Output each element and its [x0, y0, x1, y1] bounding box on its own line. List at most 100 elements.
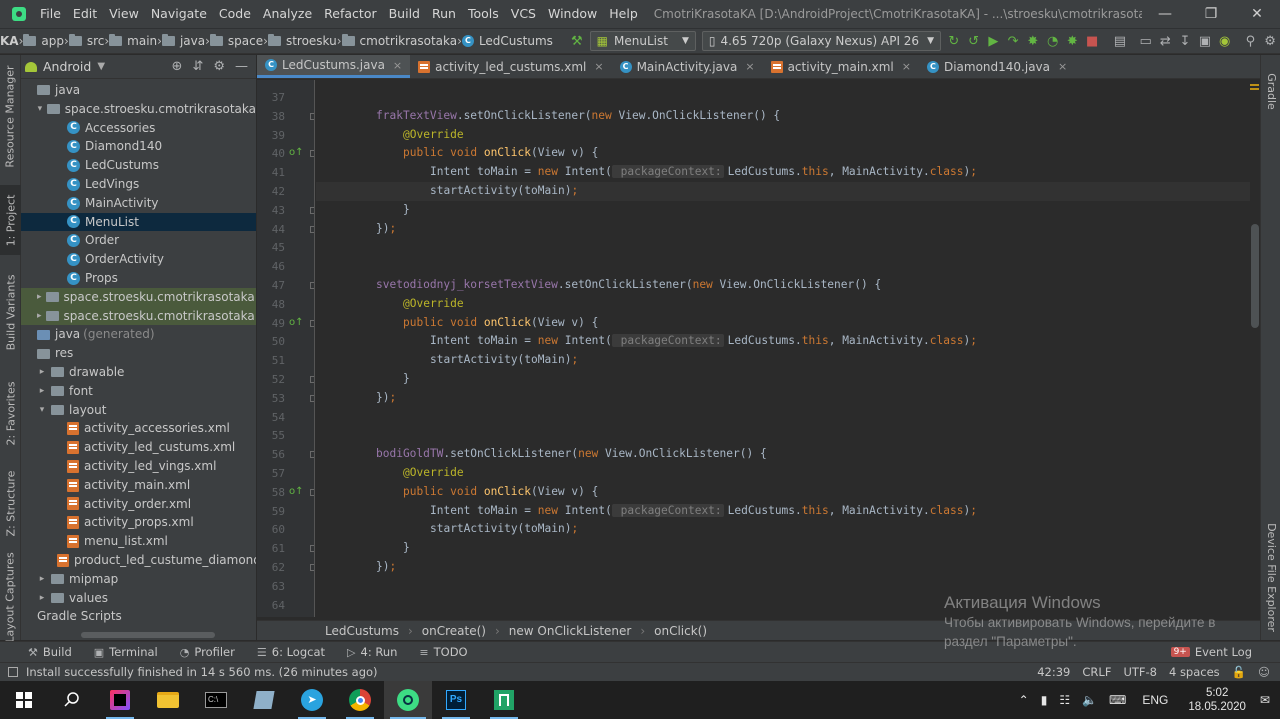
chevron-right-icon[interactable]: ▸: [37, 570, 47, 589]
menu-refactor[interactable]: Refactor: [318, 0, 382, 28]
code-line[interactable]: [316, 408, 1250, 427]
tree-item[interactable]: C LedCustums: [21, 156, 256, 175]
fold-marker-icon[interactable]: [310, 225, 314, 233]
close-tab-icon[interactable]: ×: [1058, 60, 1067, 73]
fold-marker-icon[interactable]: [310, 564, 314, 571]
tree-item[interactable]: java: [21, 81, 256, 100]
taskbar-cmd[interactable]: C:\: [192, 681, 240, 719]
attach-debugger-icon[interactable]: ✸: [1063, 30, 1083, 52]
tool-window-build[interactable]: ⚒ Build: [28, 645, 72, 659]
tool-windows-toggle-icon[interactable]: [8, 667, 18, 677]
gear-icon[interactable]: ⚙: [213, 59, 225, 74]
chevron-down-icon[interactable]: ▼: [97, 61, 105, 72]
tree-item[interactable]: C Diamond140: [21, 137, 256, 156]
chevron-down-icon[interactable]: ▾: [37, 100, 43, 119]
close-tab-icon[interactable]: ×: [745, 60, 754, 73]
taskbar-intellij[interactable]: [96, 681, 144, 719]
code-line[interactable]: svetodiodnyj_korsetTextView.setOnClickLi…: [316, 276, 1250, 295]
taskbar-telegram[interactable]: ➤: [288, 681, 336, 719]
tab-favorites[interactable]: 2: Favorites: [0, 373, 21, 453]
code-line[interactable]: }: [316, 201, 1250, 220]
warning-marker[interactable]: [1250, 88, 1259, 90]
chevron-right-icon[interactable]: ▸: [37, 288, 42, 307]
fold-marker-icon[interactable]: [310, 150, 314, 158]
menu-run[interactable]: Run: [426, 0, 462, 28]
scrollbar-thumb[interactable]: [1251, 224, 1259, 328]
fold-marker-icon[interactable]: [310, 376, 314, 383]
fold-marker-icon[interactable]: [310, 545, 314, 553]
apply-changes-icon[interactable]: ↻: [944, 30, 964, 52]
tree-item[interactable]: C Order: [21, 231, 256, 250]
code-breadcrumb-item[interactable]: onClick(): [654, 624, 707, 638]
override-marker-icon[interactable]: o↑: [289, 147, 304, 158]
input-language[interactable]: ENG: [1142, 693, 1168, 707]
code-line[interactable]: @Override: [316, 126, 1250, 145]
make-project-hammer-icon[interactable]: ⚒: [567, 30, 587, 52]
settings-icon[interactable]: ⚙: [1260, 30, 1280, 52]
code-line[interactable]: [316, 596, 1250, 615]
network-icon[interactable]: ☷: [1059, 693, 1070, 707]
tree-item[interactable]: res: [21, 344, 256, 363]
start-button[interactable]: [0, 681, 48, 719]
code-breadcrumb-item[interactable]: LedCustums: [325, 624, 399, 638]
tool-window-run[interactable]: ▷ 4: Run: [347, 645, 397, 659]
tree-item[interactable]: ▸ drawable: [21, 363, 256, 382]
menu-edit[interactable]: Edit: [67, 0, 103, 28]
editor-tab[interactable]: C LedCustums.java ×: [257, 55, 411, 78]
search-button[interactable]: [48, 681, 96, 719]
menu-vcs[interactable]: VCS: [505, 0, 542, 28]
tree-item[interactable]: activity_order.xml: [21, 495, 256, 514]
code-line[interactable]: public void onClick(View v) {: [316, 314, 1250, 333]
code-line[interactable]: [316, 426, 1250, 445]
menu-file[interactable]: File: [34, 0, 67, 28]
close-tab-icon[interactable]: ×: [393, 59, 402, 72]
menu-build[interactable]: Build: [383, 0, 426, 28]
hector-icon[interactable]: ☺: [1258, 665, 1270, 679]
tree-item[interactable]: activity_led_custums.xml: [21, 438, 256, 457]
code-breadcrumb-item[interactable]: new OnClickListener: [509, 624, 632, 638]
profile-icon[interactable]: ◔: [1043, 30, 1063, 52]
tab-layout-captures[interactable]: Layout Captures: [0, 552, 21, 642]
taskbar-android-studio[interactable]: [384, 681, 432, 719]
tree-item[interactable]: java (generated): [21, 325, 256, 344]
code-line[interactable]: Intent toMain = new Intent( packageConte…: [316, 332, 1250, 351]
code-line[interactable]: [316, 257, 1250, 276]
android-robot-icon[interactable]: ◉: [1215, 30, 1235, 52]
line-separator[interactable]: CRLF: [1082, 665, 1111, 679]
menu-help[interactable]: Help: [603, 0, 644, 28]
menu-navigate[interactable]: Navigate: [145, 0, 213, 28]
breadcrumb-item[interactable]: C LedCustums: [461, 34, 553, 48]
rerun-icon[interactable]: ↷: [1003, 30, 1023, 52]
lock-icon[interactable]: 🔓: [1232, 665, 1246, 679]
code-line[interactable]: bodiGoldTW.setOnClickListener(new View.O…: [316, 445, 1250, 464]
breadcrumb-item[interactable]: KA: [0, 34, 19, 48]
status-message[interactable]: Install successfully finished in 14 s 56…: [8, 665, 378, 679]
code-line[interactable]: Intent toMain = new Intent( packageConte…: [316, 502, 1250, 521]
code-line[interactable]: });: [316, 558, 1250, 577]
tool-window-profiler[interactable]: ◔ Profiler: [180, 645, 235, 659]
fold-marker-icon[interactable]: [310, 282, 314, 289]
volume-icon[interactable]: 🔈: [1082, 693, 1097, 707]
tree-item[interactable]: C MenuList: [21, 212, 256, 232]
tree-item[interactable]: product_led_custume_diamond140.xm: [21, 551, 256, 570]
code-line[interactable]: public void onClick(View v) {: [316, 144, 1250, 163]
fold-marker-icon[interactable]: [310, 394, 314, 402]
code-line[interactable]: [316, 88, 1250, 107]
file-encoding[interactable]: UTF-8: [1123, 665, 1157, 679]
chevron-right-icon[interactable]: ▸: [37, 307, 42, 326]
caret-position[interactable]: 42:39: [1037, 665, 1070, 679]
stop-icon[interactable]: ■: [1082, 30, 1102, 52]
breadcrumb-item[interactable]: cmotrikrasotaka: [341, 34, 457, 48]
code-line[interactable]: });: [316, 389, 1250, 408]
chevron-up-icon[interactable]: ⌃: [1019, 693, 1029, 707]
menu-analyze[interactable]: Analyze: [257, 0, 318, 28]
notifications-icon[interactable]: ✉: [1260, 693, 1270, 707]
code-line[interactable]: [316, 577, 1250, 596]
tab-build-variants[interactable]: Build Variants: [0, 267, 21, 357]
tree-item[interactable]: ▸ font: [21, 382, 256, 401]
code-line[interactable]: public void onClick(View v) {: [316, 483, 1250, 502]
search-icon[interactable]: ⚲: [1241, 30, 1261, 52]
close-tab-icon[interactable]: ×: [594, 60, 603, 73]
menu-tools[interactable]: Tools: [462, 0, 505, 28]
breadcrumb-item[interactable]: app: [23, 34, 64, 48]
